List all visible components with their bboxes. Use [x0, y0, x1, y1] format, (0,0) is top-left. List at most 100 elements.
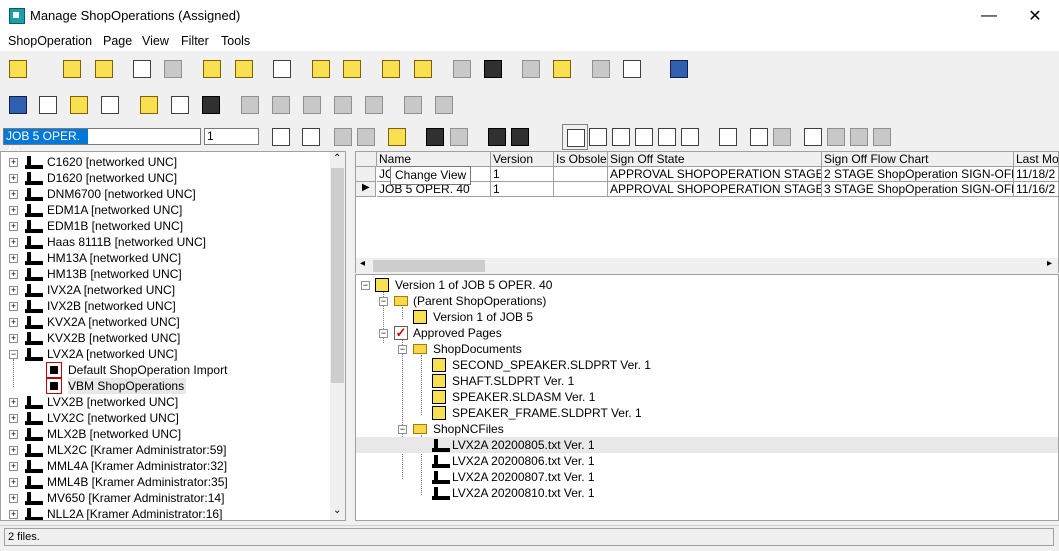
table-cell-version[interactable]: 1	[491, 167, 554, 182]
tb2-button-5[interactable]	[136, 92, 162, 118]
menu-filter[interactable]: Filter	[181, 34, 209, 48]
document-item[interactable]: SHAFT.SLDPRT Ver. 1	[452, 373, 574, 389]
tb2-disabled-5[interactable]	[361, 92, 387, 118]
disabled-button-2[interactable]	[449, 56, 475, 82]
cut-button[interactable]	[378, 56, 404, 82]
nc-file-item[interactable]: LVX2A 20200805.txt Ver. 1	[452, 437, 595, 453]
expander-icon[interactable]: +	[9, 302, 18, 311]
new-shopoperation-button[interactable]	[59, 56, 85, 82]
tree-item-label[interactable]: NLL2A [Kramer Administrator:16]	[47, 506, 222, 520]
expander-icon[interactable]: +	[9, 462, 18, 471]
table-cell-obsolete[interactable]	[554, 182, 608, 197]
tree-item-label[interactable]: EDM1B [networked UNC]	[47, 218, 183, 234]
document-item[interactable]: SPEAKER.SLDASM Ver. 1	[452, 389, 595, 405]
shopdocuments-folder-label[interactable]: ShopDocuments	[433, 341, 522, 357]
close-button[interactable]: ✕	[1012, 0, 1058, 31]
page-number-input[interactable]: 1	[204, 128, 259, 145]
tb2-disabled-1[interactable]	[237, 92, 263, 118]
maximize-button[interactable]	[966, 0, 1012, 31]
expander-collapse-icon[interactable]: −	[379, 297, 388, 306]
scroll-up-icon[interactable]: ⌃	[333, 153, 341, 164]
expander-icon[interactable]: +	[9, 430, 18, 439]
tb2-disabled-6[interactable]	[400, 92, 426, 118]
tree-root-label[interactable]: Version 1 of JOB 5 OPER. 40	[395, 277, 552, 293]
tb3-copy-button[interactable]	[384, 124, 410, 150]
tree-item-label[interactable]: Haas 8111B [networked UNC]	[47, 234, 206, 250]
tree-item-label[interactable]: MV650 [Kramer Administrator:14]	[47, 490, 224, 506]
tb2-button-1[interactable]	[5, 92, 31, 118]
row-header[interactable]	[356, 167, 376, 182]
grid-view-button[interactable]	[268, 124, 294, 150]
tb3-button-f[interactable]	[869, 124, 895, 150]
tree-item-label[interactable]: LVX2B [networked UNC]	[47, 394, 178, 410]
tb2-disabled-7[interactable]	[431, 92, 457, 118]
properties-button[interactable]	[91, 56, 117, 82]
tree-item-label[interactable]: IVX2A [networked UNC]	[47, 282, 175, 298]
col-header-last-mod[interactable]: Last Mod	[1014, 152, 1058, 167]
table-cell-version[interactable]: 1	[491, 182, 554, 197]
page-button[interactable]	[339, 56, 365, 82]
grid-scroll-thumb[interactable]	[373, 260, 485, 272]
tb3-users-3-button[interactable]	[507, 124, 533, 150]
tb2-open-button[interactable]	[66, 92, 92, 118]
add-page-button[interactable]	[308, 56, 334, 82]
tree-item-label[interactable]: IVX2B [networked UNC]	[47, 298, 176, 314]
expander-icon[interactable]: +	[9, 446, 18, 455]
tree-item-label[interactable]: KVX2B [networked UNC]	[47, 330, 180, 346]
expander-icon[interactable]: +	[9, 174, 18, 183]
expander-icon[interactable]: +	[9, 206, 18, 215]
tree-item-label[interactable]: HM13A [networked UNC]	[47, 250, 181, 266]
scroll-down-icon[interactable]: ⌄	[333, 505, 341, 516]
col-header-signoff-state[interactable]: Sign Off State	[608, 152, 822, 167]
delete-folder-button[interactable]	[410, 56, 436, 82]
table-cell-last-mod[interactable]: 11/16/2	[1014, 182, 1058, 197]
tb3-disabled-2[interactable]	[353, 124, 379, 150]
parent-folder-label[interactable]: (Parent ShopOperations)	[413, 293, 546, 309]
hierarchy-button[interactable]	[677, 124, 703, 150]
tb3-users-button[interactable]	[422, 124, 448, 150]
tb2-disabled-3[interactable]	[299, 92, 325, 118]
tree-item-label[interactable]: MML4A [Kramer Administrator:32]	[47, 458, 227, 474]
table-cell-obsolete[interactable]	[554, 167, 608, 182]
version-detail-tree[interactable]: − Version 1 of JOB 5 OPER. 40 − (Parent …	[355, 274, 1059, 521]
tb3-button-b[interactable]	[769, 124, 795, 150]
expander-icon[interactable]: +	[9, 398, 18, 407]
expander-icon[interactable]: +	[9, 478, 18, 487]
col-header-signoff-flow[interactable]: Sign Off Flow Chart	[822, 152, 1014, 167]
tree-item-label[interactable]: VBM ShopOperations	[68, 378, 187, 394]
nc-file-item[interactable]: LVX2A 20200807.txt Ver. 1	[452, 469, 595, 485]
scroll-right-icon[interactable]: ▸	[1047, 258, 1052, 269]
expander-collapse-icon[interactable]: −	[398, 345, 407, 354]
expander-collapse-icon[interactable]: −	[379, 329, 388, 338]
tree-item-label[interactable]: C1620 [networked UNC]	[47, 154, 177, 170]
tb2-users-button[interactable]	[198, 92, 224, 118]
tree-item-label[interactable]: LVX2C [networked UNC]	[47, 410, 179, 426]
expander-icon[interactable]: +	[9, 334, 18, 343]
document-item[interactable]: SPEAKER_FRAME.SLDPRT Ver. 1	[452, 405, 642, 421]
check-in-button[interactable]	[199, 56, 225, 82]
ncfiles-folder-label[interactable]: ShopNCFiles	[433, 421, 504, 437]
purge-button[interactable]	[549, 56, 575, 82]
job-search-input[interactable]: JOB 5 OPER. 40	[3, 128, 201, 158]
machine-tree[interactable]: + C1620 [networked UNC] + D1620 [networked …	[0, 151, 346, 521]
expander-icon[interactable]: +	[9, 286, 18, 295]
table-cell-signoff-state[interactable]: APPROVAL SHOPOPERATION STAGE 1	[608, 167, 822, 182]
tb2-disabled-2[interactable]	[268, 92, 294, 118]
expander-icon[interactable]: +	[9, 510, 18, 519]
nc-file-item[interactable]: LVX2A 20200806.txt Ver. 1	[452, 453, 595, 469]
window-view-button[interactable]	[715, 124, 741, 150]
tb2-ok-button[interactable]	[167, 92, 193, 118]
compare-button[interactable]	[619, 56, 645, 82]
mail-button[interactable]	[269, 56, 295, 82]
expander-icon[interactable]: +	[9, 254, 18, 263]
nc-file-item[interactable]: LVX2A 20200810.txt Ver. 1	[452, 485, 595, 501]
delete-button[interactable]	[518, 56, 544, 82]
expander-collapse-icon[interactable]: −	[398, 425, 407, 434]
tree-item-label[interactable]: MLX2B [networked UNC]	[47, 426, 181, 442]
expander-icon[interactable]: +	[9, 238, 18, 247]
expander-icon[interactable]: +	[9, 222, 18, 231]
menu-tools[interactable]: Tools	[221, 34, 250, 48]
disabled-button-1[interactable]	[160, 56, 186, 82]
check-out-button[interactable]	[231, 56, 257, 82]
tree-item-label[interactable]: HM13B [networked UNC]	[47, 266, 182, 282]
